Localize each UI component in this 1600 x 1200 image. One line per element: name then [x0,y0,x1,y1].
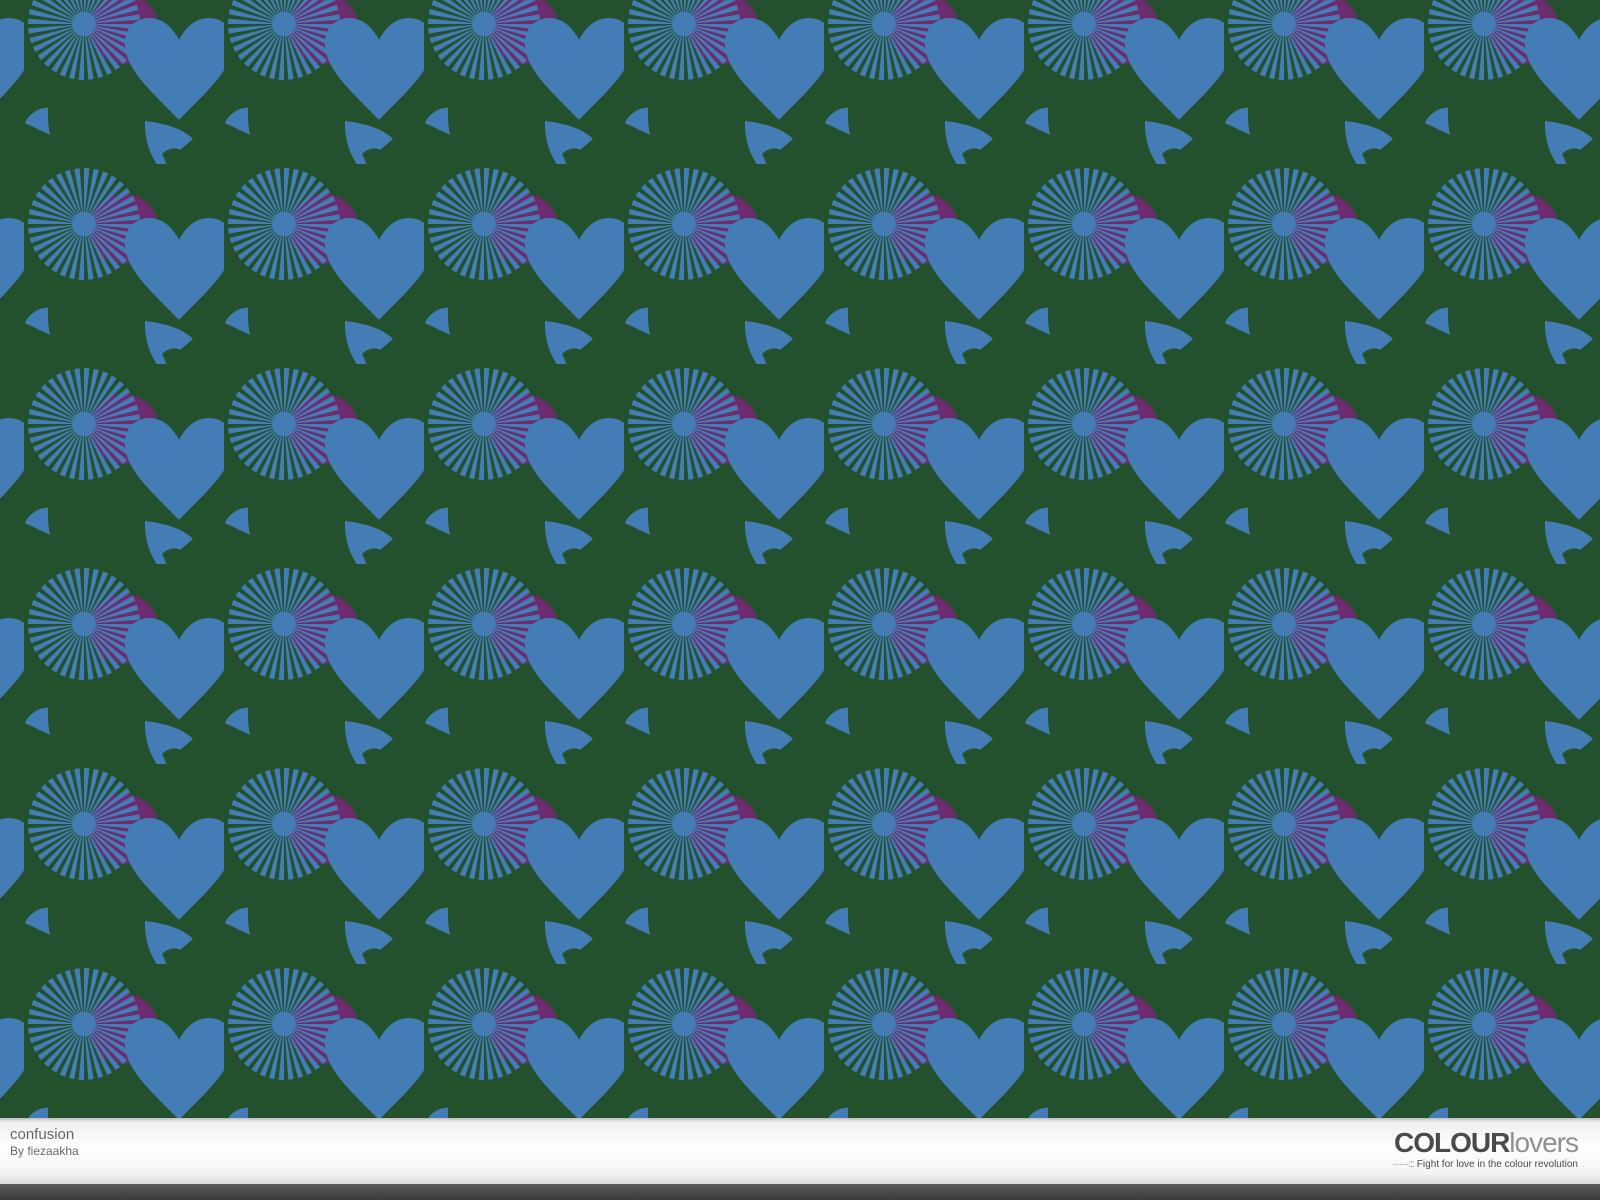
colourlovers-logo[interactable]: COLOURlovers ·······::: Fight for love in… [1338,1127,1579,1174]
brand-name-light: lovers [1509,1127,1579,1158]
brand-name-bold: COLOUR [1393,1127,1510,1158]
pattern-title: confusion [10,1126,75,1143]
pattern-author[interactable]: By fiezaakha [10,1144,79,1158]
bottom-strip [0,1184,1600,1200]
brand-tagline-text: Fight for love in the colour revolution [1416,1159,1578,1170]
brand-wordmark: COLOURlovers [1393,1127,1579,1158]
pattern-canvas [0,0,1600,1118]
repeating-heart-sunburst-motif [0,0,1600,1118]
footer-bar: confusion By fiezaakha COLOURlovers ····… [0,1118,1600,1184]
dotted-rule-icon: ·······::: [1392,1159,1415,1170]
brand-tagline: ·······::: Fight for love in the colour r… [1392,1159,1578,1170]
